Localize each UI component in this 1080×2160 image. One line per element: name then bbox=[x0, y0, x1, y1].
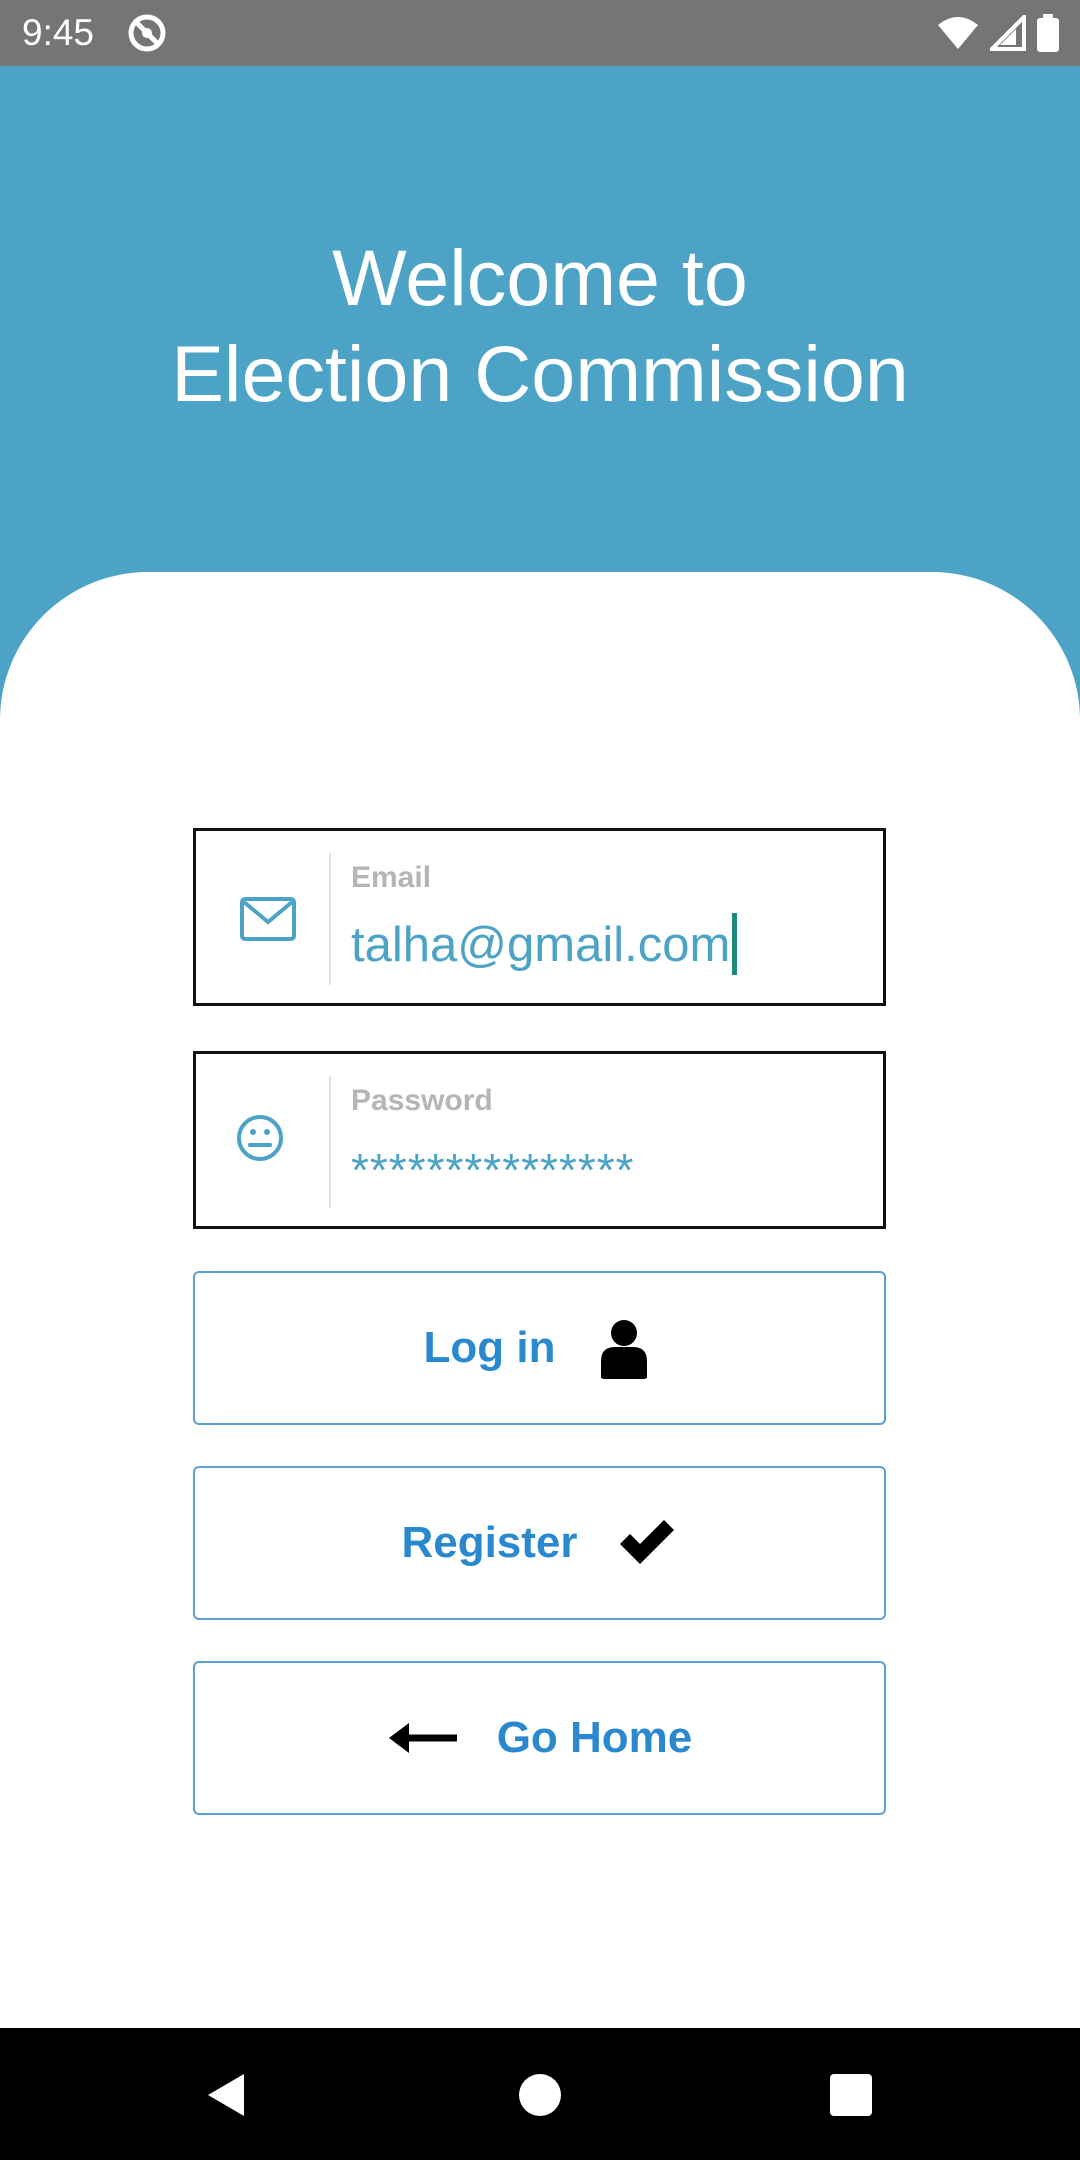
checkmark-icon bbox=[619, 1520, 674, 1564]
app-screen: 9:45 Welcome to Election Commission Emai… bbox=[0, 0, 1080, 2160]
password-label: Password bbox=[351, 1084, 493, 1117]
welcome-title-line1: Welcome to bbox=[332, 233, 748, 322]
email-field[interactable]: Email talha@gmail.com bbox=[193, 828, 886, 1006]
email-value: talha@gmail.com bbox=[351, 918, 731, 972]
user-icon bbox=[601, 1320, 648, 1379]
status-time: 9:45 bbox=[22, 12, 95, 53]
email-field-divider bbox=[329, 853, 331, 985]
text-cursor bbox=[732, 913, 738, 976]
recents-square-icon[interactable] bbox=[826, 2070, 876, 2120]
go-home-button[interactable]: Go Home bbox=[193, 1661, 886, 1815]
login-button-label: Log in bbox=[423, 1323, 556, 1372]
login-button[interactable]: Log in bbox=[193, 1271, 886, 1425]
email-label: Email bbox=[351, 861, 432, 894]
password-field[interactable]: Password *************** bbox=[193, 1051, 886, 1229]
password-field-divider bbox=[329, 1076, 331, 1208]
back-triangle-icon[interactable] bbox=[202, 2070, 252, 2120]
welcome-title: Welcome to Election Commission bbox=[0, 230, 1080, 422]
welcome-title-line2: Election Commission bbox=[171, 329, 909, 418]
envelope-icon bbox=[240, 897, 296, 941]
cell-signal-icon bbox=[990, 15, 1026, 51]
app-notification-icon bbox=[128, 14, 166, 52]
battery-icon bbox=[1037, 14, 1059, 52]
go-home-button-label: Go Home bbox=[496, 1713, 693, 1762]
status-icons bbox=[936, 13, 1060, 53]
register-button[interactable]: Register bbox=[193, 1466, 886, 1620]
navigation-bar bbox=[0, 2028, 1080, 2160]
neutral-face-icon bbox=[237, 1115, 283, 1161]
arrow-left-icon bbox=[388, 1723, 457, 1753]
email-input[interactable]: talha@gmail.com bbox=[351, 913, 738, 979]
register-button-label: Register bbox=[401, 1518, 578, 1567]
password-input[interactable]: *************** bbox=[351, 1140, 635, 1200]
wifi-icon bbox=[938, 17, 978, 49]
status-bar: 9:45 bbox=[0, 0, 1080, 66]
home-circle-icon[interactable] bbox=[515, 2070, 565, 2120]
